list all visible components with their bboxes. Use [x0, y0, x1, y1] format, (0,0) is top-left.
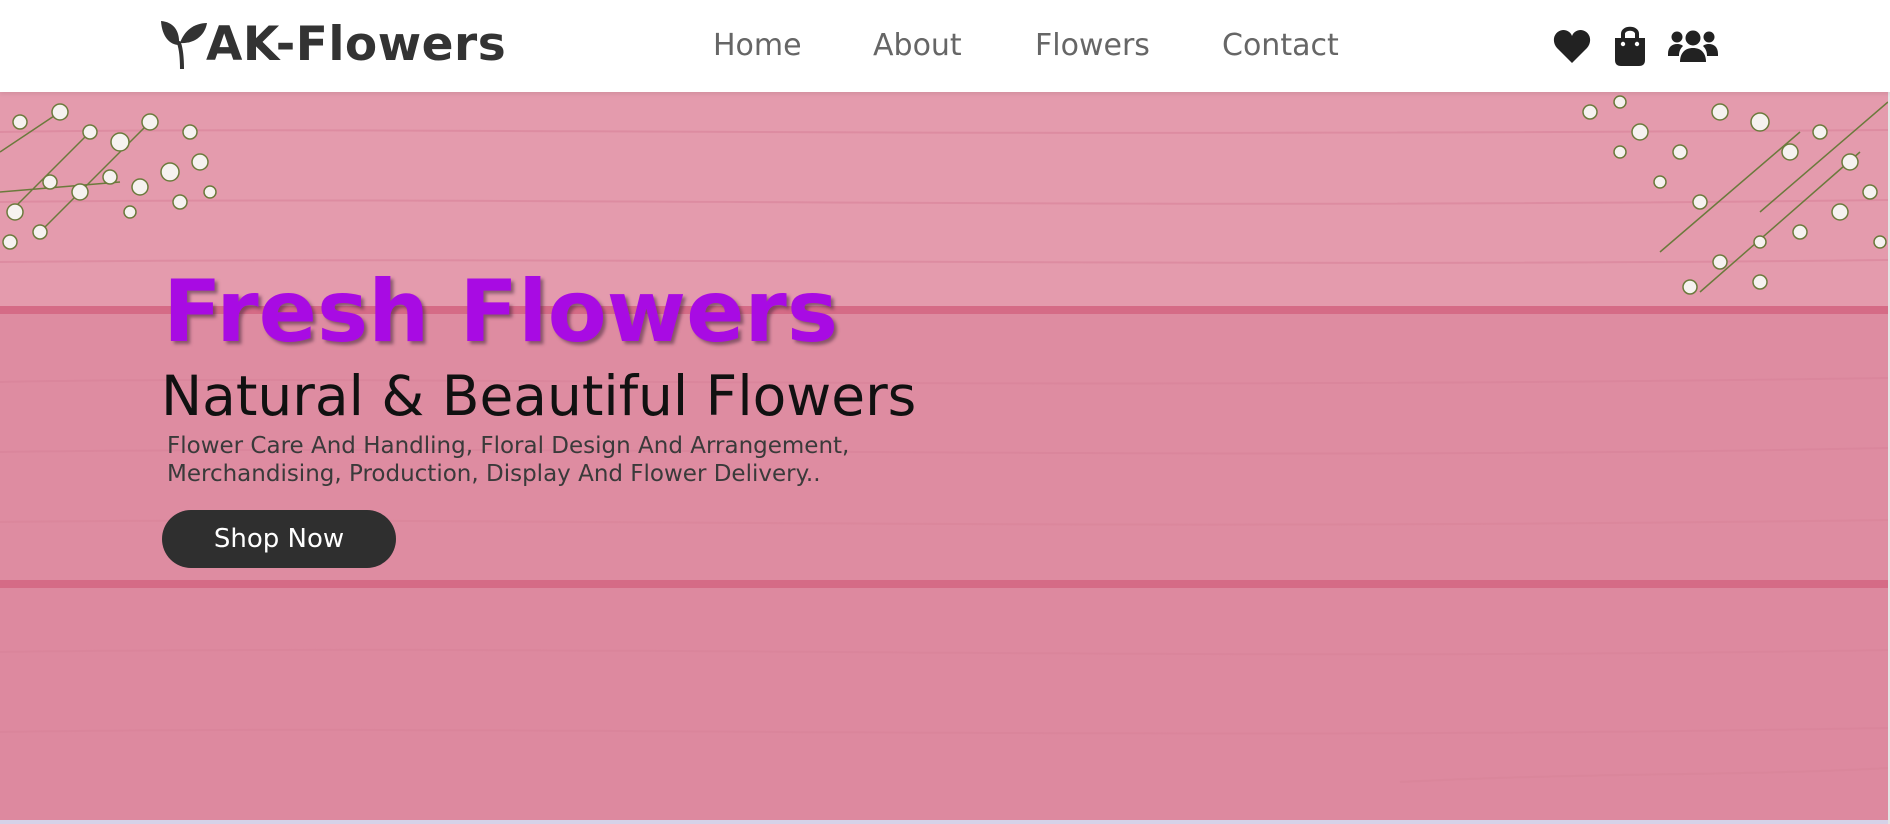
nav-flowers-link[interactable]: Flowers [1035, 22, 1150, 70]
users-icon[interactable] [1668, 22, 1718, 74]
hero-description-line-2: Merchandising, Production, Display And F… [167, 461, 821, 487]
nav-home-link[interactable]: Home [713, 22, 802, 70]
hero-description: Flower Care And Handling, Floral Design … [167, 432, 887, 488]
brand-logo[interactable]: AK-Flowers [160, 14, 506, 74]
page-bottom-border [0, 820, 1890, 824]
nav-about-link[interactable]: About [873, 22, 962, 70]
hero-description-line-1: Flower Care And Handling, Floral Design … [167, 433, 850, 459]
shop-now-button[interactable]: Shop Now [162, 510, 396, 568]
shopping-bag-icon[interactable] [1612, 22, 1648, 74]
hero-subtitle: Natural & Beautiful Flowers [161, 364, 917, 428]
site-header: AK-Flowers Home About Flowers Contact [0, 0, 1890, 92]
sprout-icon [161, 21, 207, 69]
hero-title: Fresh Flowers [163, 262, 839, 362]
hero-banner: Fresh Flowers Natural & Beautiful Flower… [0, 92, 1888, 820]
brand-name: AK-Flowers [206, 16, 507, 72]
heart-icon[interactable] [1552, 22, 1592, 74]
nav-contact-link[interactable]: Contact [1222, 22, 1339, 70]
